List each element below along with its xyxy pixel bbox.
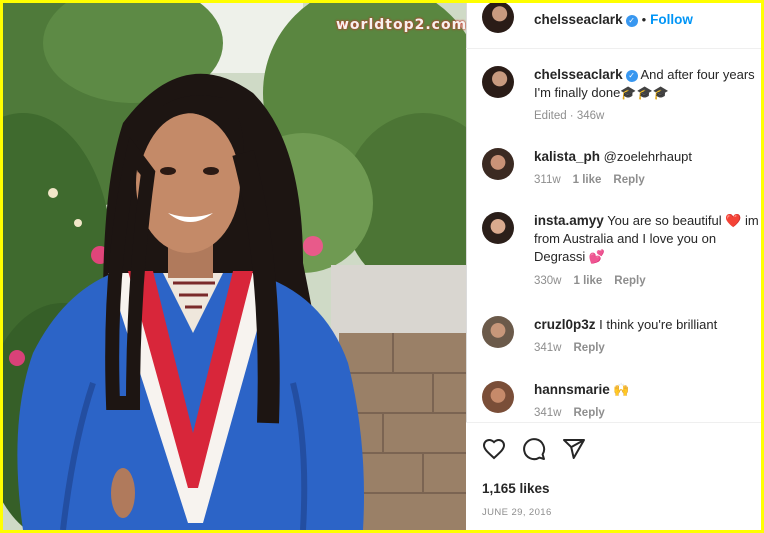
commenter-avatar[interactable]	[482, 316, 514, 348]
comment-age: 330w	[534, 275, 562, 287]
comments-list[interactable]: chelsseaclark ✓ And after four years I'm …	[466, 50, 761, 422]
post-side-panel: chelsseaclark ✓ • Follow chelsseaclark ✓ And…	[466, 3, 761, 530]
caption-body: chelsseaclark ✓ And after four years I'm …	[534, 66, 759, 102]
commenter-avatar[interactable]	[482, 381, 514, 413]
comment-username[interactable]: hannsmarie	[534, 382, 610, 397]
comment-username[interactable]: kalista_ph	[534, 149, 600, 164]
comment-age: 311w	[534, 174, 561, 186]
comment-icon[interactable]	[522, 437, 546, 461]
comment-age: 341w	[534, 342, 562, 354]
reply-button[interactable]: Reply	[574, 342, 605, 354]
author-avatar[interactable]	[482, 3, 514, 33]
share-icon[interactable]	[562, 437, 586, 461]
post-actions: 1,165 likes JUNE 29, 2016	[466, 422, 761, 530]
comment-body: cruzl0p3z I think you're brilliant	[534, 316, 759, 334]
comment-meta: 341w Reply	[534, 407, 605, 419]
comment-text: @zoelehrhaupt	[603, 149, 693, 164]
comment-text: 🙌	[613, 382, 630, 397]
commenter-avatar[interactable]	[482, 148, 514, 180]
watermark-text: worldtop2.com	[336, 17, 466, 33]
comment-like-count[interactable]: 1 like	[573, 174, 602, 186]
comment-body: insta.amyy You are so beautiful ❤️ im fr…	[534, 212, 759, 266]
post-header: chelsseaclark ✓ • Follow	[466, 3, 761, 49]
comment-age: 341w	[534, 407, 562, 419]
instagram-post: worldtop2.com chelsseaclark ✓ • Follow chel…	[3, 3, 761, 530]
commenter-avatar[interactable]	[482, 212, 514, 244]
like-count[interactable]: 1,165 likes	[482, 481, 550, 496]
reply-button[interactable]: Reply	[613, 174, 644, 186]
post-photo[interactable]: worldtop2.com	[3, 3, 466, 530]
verified-badge-icon: ✓	[625, 70, 638, 82]
heart-icon[interactable]	[482, 437, 506, 461]
reply-button[interactable]: Reply	[574, 407, 605, 419]
comment-username[interactable]: insta.amyy	[534, 213, 604, 228]
author-username[interactable]: chelsseaclark	[534, 12, 623, 27]
follow-button[interactable]: Follow	[650, 12, 693, 27]
caption-meta: Edited · 346w	[534, 110, 605, 122]
comment-meta: 341w Reply	[534, 342, 605, 354]
comment-username[interactable]: cruzl0p3z	[534, 317, 596, 332]
comment-body: hannsmarie 🙌	[534, 381, 759, 399]
comment-body: kalista_ph @zoelehrhaupt	[534, 148, 759, 166]
header-line: chelsseaclark ✓ • Follow	[534, 11, 693, 29]
verified-badge-icon: ✓	[625, 15, 638, 27]
caption-avatar[interactable]	[482, 66, 514, 98]
comment-like-count[interactable]: 1 like	[574, 275, 603, 287]
reply-button[interactable]: Reply	[614, 275, 645, 287]
separator-dot: •	[641, 12, 647, 27]
comment-text: I think you're brilliant	[599, 317, 718, 332]
caption-username[interactable]: chelsseaclark	[534, 67, 623, 82]
graduation-photo-illustration	[3, 3, 466, 530]
comment-meta: 311w 1 like Reply	[534, 174, 645, 186]
post-date: JUNE 29, 2016	[482, 507, 552, 518]
comment-meta: 330w 1 like Reply	[534, 275, 646, 287]
